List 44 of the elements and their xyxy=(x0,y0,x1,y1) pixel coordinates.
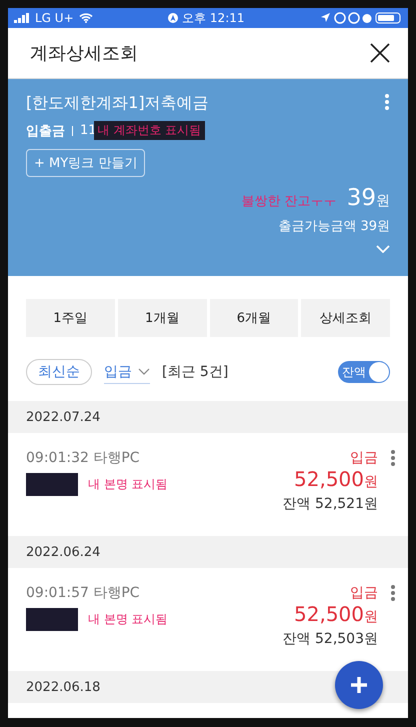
period-button[interactable]: 1주일 xyxy=(26,299,115,337)
recent-count: [최근 5건] xyxy=(162,363,228,381)
period-button[interactable]: 상세조회 xyxy=(301,299,390,337)
more-icon[interactable] xyxy=(384,93,390,111)
transaction-amount: 52,500원 xyxy=(294,467,378,491)
carrier-label: LG U+ xyxy=(35,11,74,25)
account-type: 입출금 xyxy=(26,122,65,140)
add-button[interactable] xyxy=(335,661,383,709)
chevron-down-icon[interactable] xyxy=(376,245,390,253)
divider-bar-icon xyxy=(72,126,73,136)
available-amount: 출금가능금액 39원 xyxy=(278,219,390,234)
name-note: 내 본명 표시됨 xyxy=(88,611,168,628)
balance-note: 불쌍한 잔고ㅜㅜ xyxy=(242,193,337,210)
transaction-amount: 52,500원 xyxy=(294,602,378,626)
redaction-block xyxy=(26,473,78,496)
close-icon[interactable] xyxy=(370,43,390,63)
balance-after: 잔액 52,521원 xyxy=(282,495,378,513)
type-dropdown[interactable]: 입금 xyxy=(104,360,150,384)
account-name: [한도제한계좌1]저축예금 xyxy=(26,93,209,114)
date-label: 2022.07.24 xyxy=(26,410,100,424)
chevron-down-icon xyxy=(138,368,150,375)
period-button[interactable]: 1개월 xyxy=(118,299,206,337)
page-title: 계좌상세조회 xyxy=(30,42,138,65)
more-icon[interactable] xyxy=(390,584,396,602)
sort-button[interactable]: 최신순 xyxy=(26,359,92,385)
transaction-type: 입금 xyxy=(350,449,378,467)
more-icon[interactable] xyxy=(390,449,396,467)
date-label: 2022.06.24 xyxy=(26,544,100,560)
balance-toggle[interactable]: 잔액 xyxy=(338,361,390,383)
clock-time: 오후 12:11 xyxy=(182,10,245,26)
period-button[interactable]: 6개월 xyxy=(210,299,298,337)
redaction-block xyxy=(26,608,78,631)
wifi-icon xyxy=(78,13,93,23)
account-number-note: 내 계좌번호 표시됨 xyxy=(94,121,206,140)
transaction-type: 입금 xyxy=(350,584,378,602)
balance-amount: 39원 xyxy=(346,185,390,211)
plus-icon xyxy=(350,676,368,694)
balance-after: 잔액 52,503원 xyxy=(282,630,378,648)
transaction-time: 09:01:32 타행PC xyxy=(26,449,141,467)
location-circle-icon xyxy=(168,13,178,23)
transaction-time: 09:01:57 타행PC xyxy=(26,584,141,602)
signal-icon xyxy=(14,13,30,23)
date-label: 2022.06.18 xyxy=(26,680,100,694)
name-note: 내 본명 표시됨 xyxy=(88,476,168,493)
